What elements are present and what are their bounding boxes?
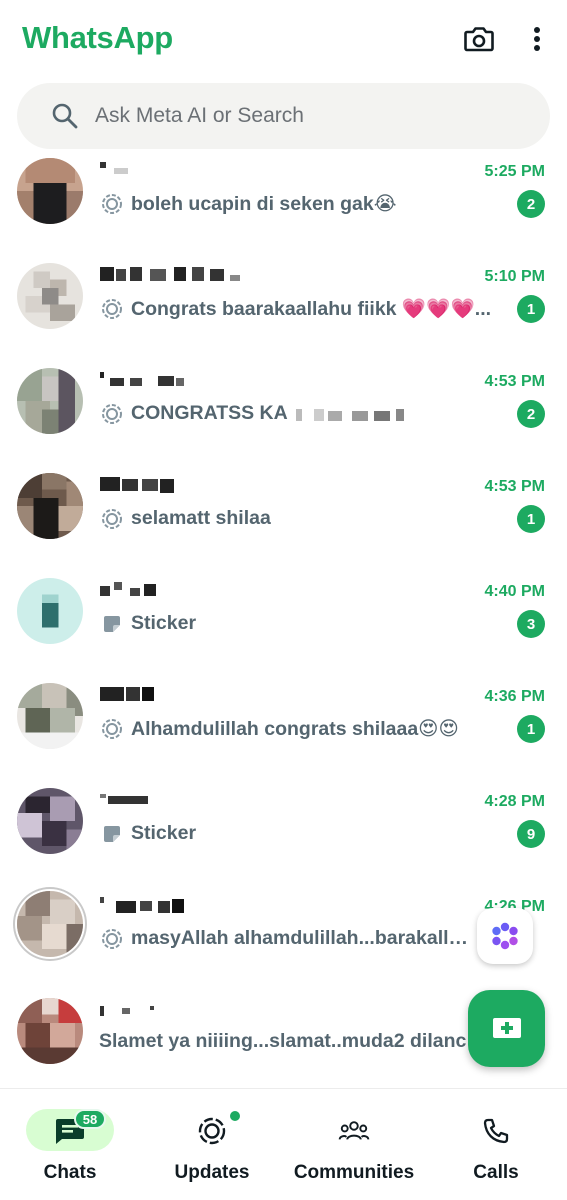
chat-preview-text: Sticker [131, 822, 197, 844]
unread-badge: 2 [517, 190, 545, 218]
sticker-icon [101, 823, 123, 845]
unread-badge: 3 [517, 610, 545, 638]
chat-preview: Congrats baarakaallahu fiikk 💗💗💗... [101, 297, 496, 321]
chat-preview: masyAllah alhamdulillah...barakallahu [101, 927, 473, 950]
tab-communities-label: Communities [293, 1162, 415, 1183]
contact-name-redacted [100, 794, 148, 804]
contact-name-redacted [100, 582, 156, 596]
avatar [17, 263, 83, 329]
new-chat-button[interactable] [468, 990, 545, 1067]
chat-time: 4:53 PM [484, 478, 545, 495]
chat-preview-text: Slamet ya niiiing...slamat..muda2 dilanc [99, 1030, 467, 1052]
camera-icon [464, 27, 494, 52]
avatar [17, 998, 83, 1064]
status-ring-icon [101, 928, 123, 950]
tab-calls-label: Calls [473, 1162, 519, 1183]
bottom-navigation: 58 Chats Updates Communities Calls [0, 1088, 567, 1200]
meta-ai-button[interactable] [477, 908, 533, 964]
chat-time: 5:10 PM [484, 268, 545, 285]
redacted-name-blur [295, 408, 404, 421]
chat-preview: CONGRATSS KA [101, 402, 496, 425]
contact-name-redacted [100, 372, 184, 386]
unread-badge: 9 [517, 820, 545, 848]
search-bar[interactable]: Ask Meta AI or Search [17, 83, 550, 149]
contact-name-redacted [100, 687, 154, 701]
chat-preview-text: CONGRATSS KA [131, 402, 288, 424]
chat-preview-text: Alhamdulillah congrats shilaaa😍😍 [131, 718, 459, 740]
chat-row[interactable]: 4:36 PM Alhamdulillah congrats shilaaa😍😍… [0, 675, 567, 780]
chat-preview: Sticker [101, 822, 496, 845]
chat-preview: boleh ucapin di seken gak😭 [101, 192, 496, 216]
tab-communities[interactable]: Communities [284, 1089, 424, 1200]
more-options-button[interactable] [520, 20, 554, 58]
contact-name-redacted [100, 162, 128, 174]
chat-row[interactable]: 4:53 PM selamatt shilaa 1 [0, 465, 567, 570]
unread-badge: 2 [517, 400, 545, 428]
contact-name-redacted [100, 477, 174, 493]
chat-preview: Alhamdulillah congrats shilaaa😍😍 [101, 717, 496, 741]
tab-chats-label: Chats [43, 1162, 97, 1183]
search-icon [51, 101, 81, 131]
contact-name-redacted [100, 267, 240, 281]
chat-preview: Slamet ya niiiing...slamat..muda2 dilanc [99, 1030, 469, 1053]
chat-row[interactable]: 4:40 PM Sticker 3 [0, 570, 567, 675]
chats-unread-count: 58 [74, 1109, 106, 1129]
new-chat-icon [492, 1017, 521, 1038]
avatar [17, 473, 83, 539]
avatar [17, 158, 83, 224]
avatar [17, 683, 83, 749]
chat-time: 4:40 PM [484, 583, 545, 600]
calls-icon [480, 1115, 512, 1147]
chat-row[interactable]: 4:53 PM CONGRATSS KA 2 [0, 360, 567, 465]
status-ring-icon [101, 403, 123, 425]
tab-updates[interactable]: Updates [142, 1089, 282, 1200]
more-vert-icon [534, 27, 540, 51]
status-ring-icon [101, 508, 123, 530]
chat-preview: Sticker [101, 612, 496, 635]
status-ring-icon [101, 718, 123, 740]
meta-ai-icon [492, 922, 518, 950]
updates-icon [196, 1115, 228, 1147]
avatar [17, 578, 83, 644]
communities-icon [338, 1115, 370, 1147]
chat-time: 4:53 PM [484, 373, 545, 390]
chat-row[interactable]: 4:28 PM Sticker 9 [0, 780, 567, 885]
contact-name-redacted [100, 1006, 154, 1016]
avatar [17, 788, 83, 854]
chat-time: 5:25 PM [484, 163, 545, 180]
contact-name-redacted [100, 897, 184, 913]
unread-badge: 1 [517, 505, 545, 533]
search-placeholder: Ask Meta AI or Search [95, 104, 304, 127]
top-app-bar: WhatsApp [0, 0, 567, 80]
chat-row[interactable]: 5:25 PM boleh ucapin di seken gak😭 2 [0, 150, 567, 255]
chat-preview-text: selamatt shilaa [131, 507, 271, 529]
tab-calls[interactable]: Calls [426, 1089, 566, 1200]
avatar [17, 368, 83, 434]
status-ring-icon [101, 298, 123, 320]
tab-chats[interactable]: 58 Chats [0, 1089, 140, 1200]
tab-updates-label: Updates [174, 1162, 250, 1183]
chat-time: 4:28 PM [484, 793, 545, 810]
chat-preview-text: masyAllah alhamdulillah...barakallahu [131, 927, 473, 949]
unread-badge: 1 [517, 295, 545, 323]
chat-time: 4:36 PM [484, 688, 545, 705]
camera-button[interactable] [460, 20, 498, 58]
chat-preview-text: boleh ucapin di seken gak😭 [131, 193, 397, 215]
updates-dot [228, 1109, 242, 1123]
status-ring-icon [101, 193, 123, 215]
chat-row[interactable]: 5:10 PM Congrats baarakaallahu fiikk 💗💗💗… [0, 255, 567, 360]
chat-preview: selamatt shilaa [101, 507, 496, 530]
avatar [17, 891, 83, 957]
sticker-icon [101, 613, 123, 635]
app-title: WhatsApp [22, 20, 173, 55]
unread-badge: 1 [517, 715, 545, 743]
chat-preview-text: Congrats baarakaallahu fiikk 💗💗💗... [131, 298, 492, 320]
chat-preview-text: Sticker [131, 612, 197, 634]
